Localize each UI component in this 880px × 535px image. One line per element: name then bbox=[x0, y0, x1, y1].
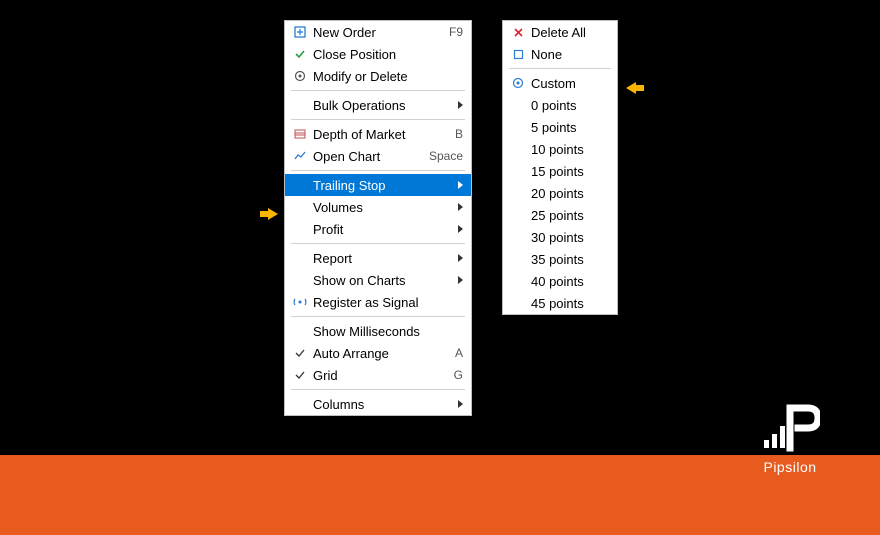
logo-icon bbox=[760, 402, 820, 454]
submenu-item-points[interactable]: 20 points bbox=[503, 182, 617, 204]
menu-label: Bulk Operations bbox=[309, 98, 452, 113]
menu-shortcut: F9 bbox=[443, 25, 463, 39]
menu-label: Columns bbox=[309, 397, 452, 412]
chevron-right-icon bbox=[458, 276, 463, 284]
signal-icon bbox=[291, 296, 309, 308]
menu-label: Show Milliseconds bbox=[309, 324, 463, 339]
check-icon bbox=[291, 347, 309, 359]
none-icon bbox=[509, 49, 527, 60]
submenu-item-points[interactable]: 15 points bbox=[503, 160, 617, 182]
menu-label: 35 points bbox=[527, 252, 609, 267]
menu-label: Profit bbox=[309, 222, 452, 237]
submenu-item-none[interactable]: None bbox=[503, 43, 617, 65]
arrow-indicator-left bbox=[258, 208, 278, 220]
menu-label: 5 points bbox=[527, 120, 609, 135]
menu-label: Custom bbox=[527, 76, 609, 91]
menu-label: Grid bbox=[309, 368, 448, 383]
submenu-item-points[interactable]: 25 points bbox=[503, 204, 617, 226]
menu-separator bbox=[291, 389, 465, 390]
menu-item-register-signal[interactable]: Register as Signal bbox=[285, 291, 471, 313]
check-icon bbox=[291, 369, 309, 381]
menu-label: Open Chart bbox=[309, 149, 423, 164]
menu-item-profit[interactable]: Profit bbox=[285, 218, 471, 240]
menu-separator bbox=[291, 243, 465, 244]
new-order-icon bbox=[291, 26, 309, 38]
checkmark-icon bbox=[291, 48, 309, 60]
menu-label: Delete All bbox=[527, 25, 609, 40]
context-menu-main: New Order F9 Close Position Modify or De… bbox=[284, 20, 472, 416]
submenu-item-delete-all[interactable]: Delete All bbox=[503, 21, 617, 43]
submenu-item-points[interactable]: 5 points bbox=[503, 116, 617, 138]
menu-label: 40 points bbox=[527, 274, 609, 289]
menu-label: Report bbox=[309, 251, 452, 266]
table-icon bbox=[291, 128, 309, 140]
menu-label: Trailing Stop bbox=[309, 178, 452, 193]
chevron-right-icon bbox=[458, 181, 463, 189]
menu-separator bbox=[291, 119, 465, 120]
menu-label: Volumes bbox=[309, 200, 452, 215]
menu-item-close-position[interactable]: Close Position bbox=[285, 43, 471, 65]
delete-icon bbox=[509, 27, 527, 38]
menu-label: Modify or Delete bbox=[309, 69, 463, 84]
menu-item-open-chart[interactable]: Open Chart Space bbox=[285, 145, 471, 167]
menu-label: 0 points bbox=[527, 98, 609, 113]
menu-label: 15 points bbox=[527, 164, 609, 179]
chevron-right-icon bbox=[458, 225, 463, 233]
menu-item-bulk-operations[interactable]: Bulk Operations bbox=[285, 94, 471, 116]
footer-band bbox=[0, 455, 880, 535]
brand-logo: Pipsilon bbox=[760, 402, 820, 475]
menu-label: Show on Charts bbox=[309, 273, 452, 288]
menu-label: New Order bbox=[309, 25, 443, 40]
context-menu-trailing-stop: Delete All None Custom 0 points 5 points… bbox=[502, 20, 618, 315]
menu-item-show-milliseconds[interactable]: Show Milliseconds bbox=[285, 320, 471, 342]
menu-item-volumes[interactable]: Volumes bbox=[285, 196, 471, 218]
menu-label: Register as Signal bbox=[309, 295, 463, 310]
submenu-item-custom[interactable]: Custom bbox=[503, 72, 617, 94]
brand-name: Pipsilon bbox=[760, 459, 820, 475]
menu-shortcut: G bbox=[448, 368, 463, 382]
menu-label: None bbox=[527, 47, 609, 62]
menu-shortcut: B bbox=[449, 127, 463, 141]
menu-item-new-order[interactable]: New Order F9 bbox=[285, 21, 471, 43]
menu-item-columns[interactable]: Columns bbox=[285, 393, 471, 415]
submenu-item-points[interactable]: 40 points bbox=[503, 270, 617, 292]
submenu-item-points[interactable]: 10 points bbox=[503, 138, 617, 160]
chevron-right-icon bbox=[458, 254, 463, 262]
menu-shortcut: A bbox=[449, 346, 463, 360]
chevron-right-icon bbox=[458, 101, 463, 109]
menu-item-depth-of-market[interactable]: Depth of Market B bbox=[285, 123, 471, 145]
gear-icon bbox=[509, 77, 527, 89]
menu-shortcut: Space bbox=[423, 149, 463, 163]
menu-item-modify-delete[interactable]: Modify or Delete bbox=[285, 65, 471, 87]
menu-label: Auto Arrange bbox=[309, 346, 449, 361]
menu-item-trailing-stop[interactable]: Trailing Stop bbox=[285, 174, 471, 196]
menu-label: 20 points bbox=[527, 186, 609, 201]
menu-label: Close Position bbox=[309, 47, 463, 62]
menu-label: 25 points bbox=[527, 208, 609, 223]
menu-item-auto-arrange[interactable]: Auto Arrange A bbox=[285, 342, 471, 364]
menu-item-show-on-charts[interactable]: Show on Charts bbox=[285, 269, 471, 291]
menu-item-report[interactable]: Report bbox=[285, 247, 471, 269]
menu-separator bbox=[291, 90, 465, 91]
menu-label: 10 points bbox=[527, 142, 609, 157]
submenu-item-points[interactable]: 35 points bbox=[503, 248, 617, 270]
menu-label: 30 points bbox=[527, 230, 609, 245]
submenu-item-points[interactable]: 45 points bbox=[503, 292, 617, 314]
menu-label: Depth of Market bbox=[309, 127, 449, 142]
menu-item-grid[interactable]: Grid G bbox=[285, 364, 471, 386]
chevron-right-icon bbox=[458, 400, 463, 408]
arrow-indicator-right bbox=[626, 82, 646, 94]
gear-icon bbox=[291, 70, 309, 82]
chevron-right-icon bbox=[458, 203, 463, 211]
menu-separator bbox=[291, 316, 465, 317]
submenu-item-points[interactable]: 0 points bbox=[503, 94, 617, 116]
menu-separator bbox=[509, 68, 611, 69]
menu-label: 45 points bbox=[527, 296, 609, 311]
menu-separator bbox=[291, 170, 465, 171]
submenu-item-points[interactable]: 30 points bbox=[503, 226, 617, 248]
chart-icon bbox=[291, 150, 309, 162]
